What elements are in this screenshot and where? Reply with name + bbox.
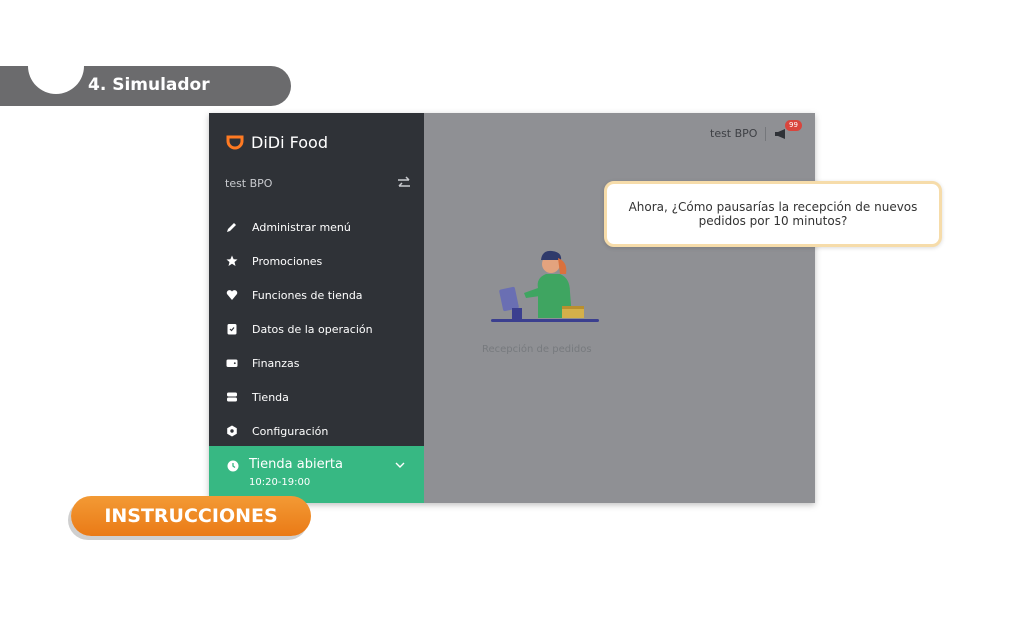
store-hours: 10:20-19:00 bbox=[249, 477, 311, 488]
sidebar-item-datos-de-la-operacion[interactable]: Datos de la operación bbox=[209, 312, 424, 346]
section-tab: 4. Simulador bbox=[0, 64, 291, 106]
tab-notch bbox=[28, 64, 84, 94]
store-icon bbox=[227, 392, 237, 402]
sidebar-item-label: Datos de la operación bbox=[252, 322, 373, 336]
clipboard-icon bbox=[227, 324, 237, 335]
sidebar-item-label: Promociones bbox=[252, 254, 323, 268]
sidebar: DiDi Food test BPO Administrar menú Prom… bbox=[209, 113, 424, 503]
sidebar-item-finanzas[interactable]: Finanzas bbox=[209, 346, 424, 380]
notification-badge: 99 bbox=[785, 120, 802, 131]
question-text: Ahora, ¿Cómo pausarías la recepción de n… bbox=[628, 200, 918, 228]
switch-store-icon[interactable] bbox=[396, 175, 412, 191]
wallet-icon bbox=[226, 359, 238, 367]
pencil-icon bbox=[227, 223, 236, 232]
sidebar-item-label: Tienda bbox=[252, 390, 289, 404]
sidebar-item-label: Finanzas bbox=[252, 356, 300, 370]
sidebar-item-label: Configuración bbox=[252, 424, 329, 438]
instructions-button[interactable]: INSTRUCCIONES bbox=[71, 496, 311, 536]
sidebar-item-administrar-menu[interactable]: Administrar menú bbox=[209, 210, 424, 244]
chevron-down-icon[interactable] bbox=[395, 461, 405, 469]
clock-icon bbox=[227, 460, 239, 472]
store-status-label: Tienda abierta bbox=[249, 457, 343, 472]
empty-state-caption: Recepción de pedidos bbox=[482, 344, 592, 355]
sidebar-item-tienda[interactable]: Tienda bbox=[209, 380, 424, 414]
settings-icon bbox=[227, 425, 237, 437]
sidebar-menu: Administrar menú Promociones Funciones d… bbox=[209, 210, 424, 448]
megaphone-icon[interactable] bbox=[774, 128, 788, 140]
sidebar-item-configuracion[interactable]: Configuración bbox=[209, 414, 424, 448]
sidebar-item-promociones[interactable]: Promociones bbox=[209, 244, 424, 278]
header-divider bbox=[765, 127, 766, 141]
didi-logo-icon bbox=[226, 135, 244, 150]
store-selector[interactable]: test BPO bbox=[225, 175, 412, 195]
order-reception-illustration bbox=[491, 250, 599, 322]
main-panel: test BPO 99 Recepción de pedidos bbox=[424, 113, 815, 503]
store-status-toggle[interactable]: Tienda abierta 10:20-19:00 bbox=[209, 446, 424, 503]
header-user-name[interactable]: test BPO bbox=[710, 127, 757, 140]
store-name: test BPO bbox=[225, 177, 273, 190]
sidebar-item-funciones-de-tienda[interactable]: Funciones de tienda bbox=[209, 278, 424, 312]
app-window: DiDi Food test BPO Administrar menú Prom… bbox=[209, 113, 815, 503]
sidebar-item-label: Administrar menú bbox=[252, 220, 351, 234]
question-bubble: Ahora, ¿Cómo pausarías la recepción de n… bbox=[604, 181, 942, 247]
sidebar-item-label: Funciones de tienda bbox=[252, 288, 363, 302]
section-title: 4. Simulador bbox=[88, 75, 210, 95]
brand-name: DiDi Food bbox=[251, 132, 328, 152]
brand-logo: DiDi Food bbox=[225, 132, 328, 152]
heart-badge-icon bbox=[226, 290, 238, 300]
star-icon bbox=[226, 255, 238, 266]
